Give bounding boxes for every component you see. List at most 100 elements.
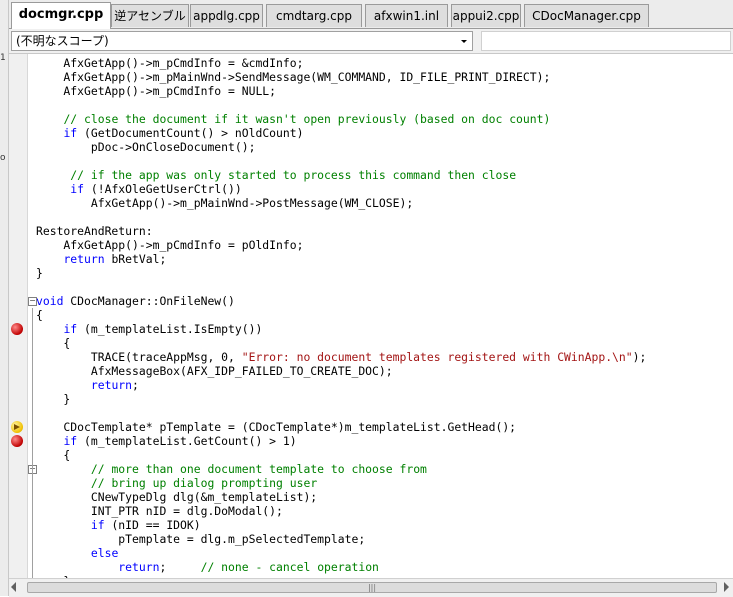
scroll-right-arrow-icon[interactable] xyxy=(724,582,729,592)
tab-label: afxwin1.inl xyxy=(373,9,440,23)
code-comment: // none - cancel operation xyxy=(200,560,379,574)
code-text: AfxGetApp()->m_pMainWnd->SendMessage(WM_… xyxy=(36,70,551,84)
code-text: AfxGetApp()->m_pCmdInfo = &cmdInfo; xyxy=(36,56,304,70)
code-line: CNewTypeDlg dlg(&m_templateList); xyxy=(36,490,646,504)
tab-label: 逆アセンブル xyxy=(114,9,186,23)
scrollbar-grip: ||| xyxy=(367,583,377,592)
code-line: if (nID == IDOK) xyxy=(36,518,646,532)
code-line: if (GetDocumentCount() > nOldCount) xyxy=(36,126,646,140)
scope-value: (不明なスコープ) xyxy=(16,34,109,48)
code-text: AfxMessageBox(AFX_IDP_FAILED_TO_CREATE_D… xyxy=(36,364,393,378)
tab-6[interactable]: CDocManager.cpp xyxy=(524,4,649,27)
breakpoint-icon[interactable] xyxy=(11,435,23,447)
outline-guide xyxy=(32,476,33,578)
code-text: { xyxy=(36,336,71,350)
code-line: CDocTemplate* pTemplate = (CDocTemplate*… xyxy=(36,420,646,434)
code-text: (m_templateList.GetCount() > 1) xyxy=(77,434,297,448)
code-comment: // bring up dialog prompting user xyxy=(90,476,318,490)
scroll-left-arrow-icon[interactable] xyxy=(11,582,16,592)
current-statement-arrow-icon[interactable] xyxy=(11,421,23,433)
code-text: RestoreAndReturn: xyxy=(36,224,153,238)
code-line: } xyxy=(36,392,646,406)
code-text: (!AfxOleGetUserCtrl()) xyxy=(84,182,242,196)
code-line: } xyxy=(36,266,646,280)
code-keyword: if xyxy=(63,322,78,336)
collapse-icon[interactable]: − xyxy=(28,297,37,306)
code-line: AfxMessageBox(AFX_IDP_FAILED_TO_CREATE_D… xyxy=(36,364,646,378)
code-text: CNewTypeDlg dlg(&m_templateList); xyxy=(36,490,318,504)
code-line: void CDocManager::OnFileNew() xyxy=(36,294,646,308)
code-line: pTemplate = dlg.m_pSelectedTemplate; xyxy=(36,532,646,546)
code-keyword: return xyxy=(118,560,160,574)
code-line: INT_PTR nID = dlg.DoModal(); xyxy=(36,504,646,518)
tab-5[interactable]: appui2.cpp xyxy=(451,4,521,27)
code-text: pDoc->OnCloseDocument(); xyxy=(36,140,256,154)
code-text: CDocTemplate* pTemplate = (CDocTemplate*… xyxy=(36,420,517,434)
code-area[interactable]: AfxGetApp()->m_pCmdInfo = &cmdInfo; AfxG… xyxy=(36,56,646,578)
scope-dropdown[interactable]: (不明なスコープ) xyxy=(11,31,473,51)
code-keyword: if xyxy=(70,182,85,196)
code-string: "Error: no document templates registered… xyxy=(241,350,633,364)
code-line: return bRetVal; xyxy=(36,252,646,266)
code-text: (m_templateList.IsEmpty()) xyxy=(77,322,263,336)
tab-4[interactable]: afxwin1.inl xyxy=(365,4,448,27)
left-panel-edge: 1o xyxy=(0,0,9,596)
navigation-bar: (不明なスコープ) xyxy=(9,29,733,54)
code-text: } xyxy=(36,266,43,280)
code-keyword: else xyxy=(90,546,119,560)
code-line: // close the document if it wasn't open … xyxy=(36,112,646,126)
scrollbar-thumb[interactable]: ||| xyxy=(27,582,717,593)
code-text: { xyxy=(36,448,71,462)
code-text: bRetVal; xyxy=(104,252,167,266)
code-comment: // close the document if it wasn't open … xyxy=(63,112,551,126)
left-strip-char: o xyxy=(0,153,6,163)
code-text: INT_PTR nID = dlg.DoModal(); xyxy=(36,504,283,518)
code-line: TRACE(traceAppMsg, 0, "Error: no documen… xyxy=(36,350,647,364)
code-line: return; xyxy=(36,378,646,392)
tab-3[interactable]: cmdtarg.cpp xyxy=(266,4,362,27)
tab-1[interactable]: 逆アセンブル xyxy=(111,4,189,27)
code-line: else xyxy=(36,546,646,560)
code-text: AfxGetApp()->m_pCmdInfo = NULL; xyxy=(36,84,277,98)
code-text: AfxGetApp()->m_pCmdInfo = pOldInfo; xyxy=(36,238,304,252)
code-keyword: void xyxy=(36,294,64,308)
code-keyword: if xyxy=(90,518,105,532)
tab-0[interactable]: docmgr.cpp xyxy=(11,2,111,29)
chevron-down-icon[interactable] xyxy=(456,32,472,50)
code-keyword: if xyxy=(63,126,78,140)
code-line: AfxGetApp()->m_pCmdInfo = &cmdInfo; xyxy=(36,56,646,70)
tab-label: docmgr.cpp xyxy=(18,7,104,22)
code-line: { xyxy=(36,448,646,462)
member-dropdown[interactable] xyxy=(481,31,731,51)
code-text: AfxGetApp()->m_pMainWnd->PostMessage(WM_… xyxy=(36,196,414,210)
indicator-margin[interactable] xyxy=(9,54,28,578)
code-line: AfxGetApp()->m_pCmdInfo = pOldInfo; xyxy=(36,238,646,252)
document-tab-bar: docmgr.cpp 逆アセンブル appdlg.cpp cmdtarg.cpp afx… xyxy=(9,0,733,29)
tab-2[interactable]: appdlg.cpp xyxy=(190,4,263,27)
code-line: { xyxy=(36,336,646,350)
horizontal-scrollbar[interactable]: ||| xyxy=(9,578,733,597)
code-editor[interactable]: AfxGetApp()->m_pCmdInfo = &cmdInfo; AfxG… xyxy=(9,54,733,578)
code-line: if (m_templateList.IsEmpty()) xyxy=(36,322,646,336)
tab-label: cmdtarg.cpp xyxy=(276,9,352,23)
code-line: pDoc->OnCloseDocument(); xyxy=(36,140,646,154)
code-text: CDocManager::OnFileNew() xyxy=(63,294,235,308)
code-text: (GetDocumentCount() > nOldCount) xyxy=(77,126,304,140)
breakpoint-icon[interactable] xyxy=(11,323,23,335)
code-text: } xyxy=(36,392,71,406)
code-line: AfxGetApp()->m_pCmdInfo = NULL; xyxy=(36,84,646,98)
